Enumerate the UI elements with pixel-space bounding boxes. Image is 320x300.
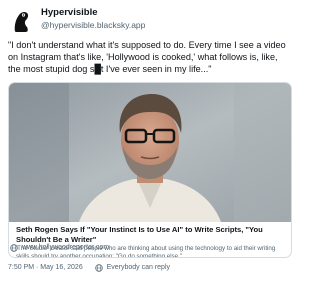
author-display-name[interactable]: Hypervisible — [41, 7, 145, 19]
globe-icon — [10, 244, 18, 252]
reply-settings-globe-icon — [94, 264, 103, 272]
post-text: "I don't understand what it's supposed t… — [8, 40, 286, 74]
avatar[interactable] — [8, 7, 34, 33]
author-names: Hypervisible @hypervisible.blacksky.app — [41, 7, 145, 31]
post-footer: 7:50 PM · May 16, 2026 Everybody can rep… — [8, 262, 170, 274]
post-header: Hypervisible @hypervisible.blacksky.app — [8, 7, 292, 33]
eye-silhouette-avatar-icon — [8, 7, 34, 33]
reply-setting[interactable]: Everybody can reply — [107, 262, 170, 274]
portrait-photo — [9, 83, 291, 222]
post-timestamp[interactable]: 7:50 PM · May 16, 2026 — [8, 262, 83, 274]
link-card[interactable]: Seth Rogen Says If "Your Instinct Is to … — [8, 82, 292, 258]
link-card-domain[interactable]: www.hollywoodreporter.com — [22, 242, 109, 254]
link-card-domain-row: www.hollywoodreporter.com — [8, 242, 109, 254]
author-handle[interactable]: @hypervisible.blacksky.app — [41, 20, 145, 31]
link-card-image — [9, 83, 291, 222]
